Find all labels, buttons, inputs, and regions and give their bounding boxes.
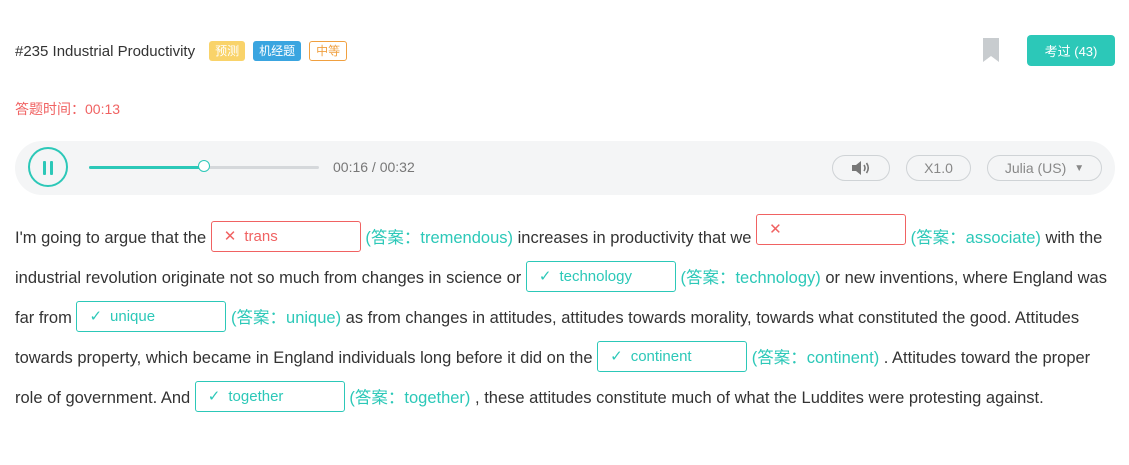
caret-down-icon: ▼ xyxy=(1074,162,1085,174)
check-icon: ✓ xyxy=(89,308,103,326)
check-icon: ✓ xyxy=(207,388,221,406)
correct-answer: (答案：technology) xyxy=(680,269,821,287)
speed-button[interactable]: X1.0 xyxy=(906,155,971,181)
volume-icon xyxy=(852,161,870,175)
badge-exam-question: 机经题 xyxy=(253,41,302,61)
answer-blank-2[interactable]: ✕ xyxy=(756,214,907,246)
blank-input-text: continent xyxy=(630,348,692,366)
audio-progress-fill xyxy=(89,166,204,169)
pause-icon[interactable] xyxy=(28,147,68,187)
correct-answer: (答案：continent) xyxy=(751,349,880,367)
check-icon: ✓ xyxy=(610,348,623,366)
cross-icon: ✕ xyxy=(769,221,782,239)
voice-select[interactable]: Julia (US) ▼ xyxy=(987,155,1102,181)
audio-progress-knob[interactable] xyxy=(198,160,210,172)
correct-answer: (答案：together) xyxy=(349,389,471,407)
correct-answer: (答案：associate) xyxy=(910,229,1041,247)
blank-input-text: trans xyxy=(244,228,278,246)
audio-player: 00:16 / 00:32 X1.0 Julia (US) ▼ xyxy=(15,141,1115,195)
blank-input-text: technology xyxy=(559,268,632,286)
audio-time: 00:16 / 00:32 xyxy=(333,159,415,175)
question-header: #235 Industrial Productivity 预测 机经题 中等 xyxy=(15,38,348,64)
question-title: #235 Industrial Productivity xyxy=(15,42,196,60)
answer-timer: 答题时间：00:13 xyxy=(15,101,121,117)
blank-input-text: together xyxy=(228,388,284,406)
blank-input-text: unique xyxy=(110,308,156,326)
badge-forecast: 预测 xyxy=(209,41,246,61)
correct-answer: (答案：tremendous) xyxy=(365,229,514,247)
dictation-passage: I'm going to argue that the ✕ trans (答案：t… xyxy=(15,214,1115,418)
answer-blank-5[interactable]: ✓ continent xyxy=(597,341,748,373)
answer-blank-3[interactable]: ✓ technology xyxy=(525,261,676,293)
audio-progress-track[interactable] xyxy=(89,160,319,172)
badge-difficulty: 中等 xyxy=(309,41,348,61)
volume-button[interactable] xyxy=(832,155,890,181)
passage-text: , these attitudes constitute much of wha… xyxy=(475,389,1044,407)
bookmark-icon[interactable] xyxy=(983,38,999,62)
answer-blank-1[interactable]: ✕ trans xyxy=(210,221,361,253)
cross-icon: ✕ xyxy=(223,228,237,246)
answer-blank-4[interactable]: ✓ unique xyxy=(76,301,227,333)
correct-answer: (答案：unique) xyxy=(231,309,342,327)
voice-label: Julia (US) xyxy=(1004,160,1067,176)
passage-text: increases in productivity that we xyxy=(517,229,752,247)
answer-blank-6[interactable]: ✓ together xyxy=(194,381,345,413)
check-icon: ✓ xyxy=(538,268,552,286)
passed-count-button[interactable]: 考过 (43) xyxy=(1027,35,1115,66)
passage-text: I'm going to argue that the xyxy=(15,229,207,247)
